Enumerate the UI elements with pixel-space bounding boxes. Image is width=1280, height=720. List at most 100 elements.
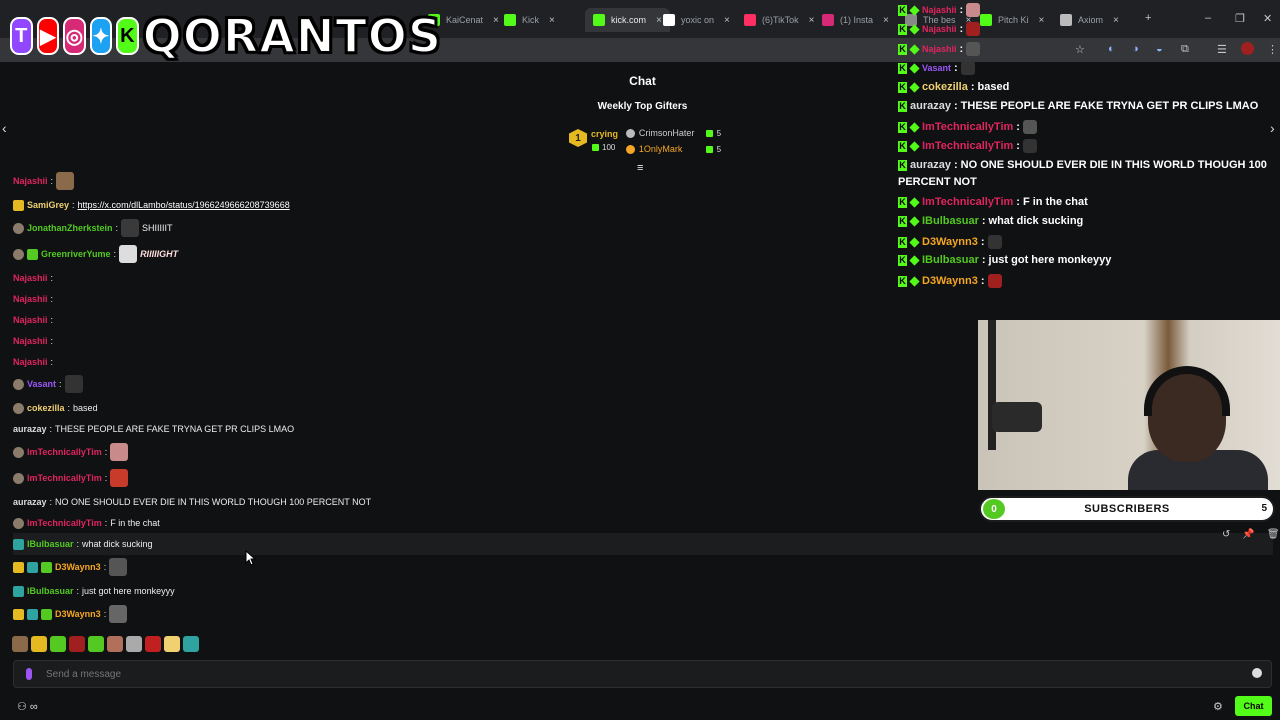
chat-message[interactable]: aurazay: NO ONE SHOULD EVER DIE IN THIS W… — [13, 491, 371, 513]
chat-message[interactable]: aurazay: THESE PEOPLE ARE FAKE TRYNA GET … — [13, 418, 294, 440]
reply-icon[interactable]: ↺ — [1222, 529, 1230, 540]
reading-list-icon[interactable]: ☰ — [1217, 43, 1227, 56]
recent-emote[interactable] — [126, 636, 142, 652]
mic-icon[interactable] — [26, 668, 32, 680]
browser-tab[interactable]: Kick × — [504, 8, 555, 32]
chat-username[interactable]: IBulbasuar — [27, 586, 74, 596]
browser-tab[interactable]: Axiom × — [1060, 8, 1119, 32]
chat-username[interactable]: ImTechnicallyTim — [27, 473, 102, 483]
extension-icon[interactable]: ◐ — [1108, 43, 1115, 55]
chat-message[interactable]: JonathanZherkstein: SHIIIIIT — [13, 217, 173, 239]
chat-username[interactable]: ImTechnicallyTim — [27, 447, 102, 457]
separator: : — [970, 81, 975, 93]
send-chat-button[interactable]: Chat — [1235, 696, 1272, 716]
chevron-left-icon[interactable]: ‹ — [2, 120, 7, 136]
minimize-button[interactable]: – — [1205, 12, 1211, 24]
recent-emote[interactable] — [12, 636, 28, 652]
chat-message[interactable]: ImTechnicallyTim: F in the chat — [13, 512, 160, 534]
recent-emote[interactable] — [145, 636, 161, 652]
recent-emote[interactable] — [50, 636, 66, 652]
emoji-icon[interactable] — [1252, 668, 1262, 678]
chat-message[interactable]: Vasant: — [13, 373, 83, 395]
chat-username[interactable]: ImTechnicallyTim — [27, 518, 102, 528]
tab-close-icon[interactable]: × — [656, 15, 662, 26]
chat-message[interactable]: Najashii: — [13, 170, 75, 192]
pin-icon[interactable]: 📌 — [1242, 529, 1254, 540]
browser-tab[interactable]: yoxic on × — [663, 8, 730, 32]
chat-username[interactable]: D3Waynn3 — [55, 609, 101, 619]
message-link[interactable]: https://x.com/dlLambo/status/19662496662… — [78, 200, 290, 210]
chat-info-icons[interactable]: ⚇ ∞ — [17, 700, 38, 713]
chat-message-input[interactable] — [46, 668, 1196, 680]
emote-image — [960, 61, 975, 75]
chat-username[interactable]: Najashii — [13, 315, 48, 325]
top-gifter-name[interactable]: crying — [591, 129, 618, 139]
chat-message[interactable]: Najashii: — [13, 267, 53, 289]
gifter-avatar — [626, 128, 635, 138]
browser-tab[interactable]: (1) Insta × — [822, 8, 889, 32]
delete-icon[interactable]: 🗑 — [1267, 529, 1280, 540]
browser-tab[interactable]: Pitch Ki × — [980, 8, 1044, 32]
chat-message[interactable]: SamiGrey: https://x.com/dlLambo/status/19… — [13, 194, 290, 216]
extensions-puzzle-icon[interactable]: ⧉ — [1181, 43, 1189, 56]
chat-username[interactable]: D3Waynn3 — [55, 562, 101, 572]
settings-gear-icon[interactable]: ⚙ — [1213, 700, 1223, 713]
profile-avatar[interactable] — [1241, 42, 1254, 55]
chat-message[interactable]: Najashii: — [13, 330, 53, 352]
browser-tab[interactable]: (6)TikTok × — [744, 8, 815, 32]
chat-username[interactable]: cokezilla — [27, 403, 65, 413]
chat-username[interactable]: Vasant — [27, 379, 56, 389]
recent-emote[interactable] — [31, 636, 47, 652]
chat-username[interactable]: GreenriverYume — [41, 249, 111, 259]
browser-menu-icon[interactable]: ⋮ — [1267, 43, 1278, 56]
recent-emote[interactable] — [183, 636, 199, 652]
tab-close-icon[interactable]: × — [493, 15, 499, 26]
chat-username[interactable]: Najashii — [13, 273, 48, 283]
chat-username[interactable]: Najashii — [13, 294, 48, 304]
chat-message[interactable]: Najashii: — [13, 309, 53, 331]
new-tab-button[interactable]: + — [1145, 12, 1151, 24]
gifter-row[interactable]: 1OnlyMark 5 — [626, 141, 721, 157]
emote-image — [64, 375, 83, 393]
chat-username[interactable]: Najashii — [13, 336, 48, 346]
chevron-right-icon[interactable]: › — [1270, 120, 1275, 136]
chat-username[interactable]: aurazay — [13, 424, 47, 434]
recent-emote[interactable] — [69, 636, 85, 652]
chat-message[interactable]: ImTechnicallyTim: — [13, 467, 129, 489]
tab-close-icon[interactable]: × — [883, 15, 889, 26]
tab-close-icon[interactable]: × — [1039, 15, 1045, 26]
chat-message[interactable]: IBulbasuar: just got here monkeyyy — [13, 580, 175, 602]
chat-message[interactable]: cokezilla: based — [13, 397, 98, 419]
chat-username[interactable]: IBulbasuar — [27, 539, 74, 549]
collapse-pinned-icon[interactable]: ≡ — [637, 162, 643, 174]
overlay-message-text: based — [977, 81, 1010, 93]
chat-message[interactable]: Najashii: — [13, 288, 53, 310]
recent-emote[interactable] — [164, 636, 180, 652]
user-badge-icon — [13, 517, 24, 529]
gifter-row[interactable]: CrimsonHater 5 — [626, 125, 721, 141]
chat-username[interactable]: Najashii — [13, 357, 48, 367]
chat-username[interactable]: aurazay — [13, 497, 47, 507]
chat-username[interactable]: SamiGrey — [27, 200, 69, 210]
browser-tab[interactable]: kick.com × — [585, 8, 670, 32]
chat-username[interactable]: JonathanZherkstein — [27, 223, 113, 233]
bookmark-star-icon[interactable]: ☆ — [1075, 43, 1085, 56]
chat-message[interactable]: ImTechnicallyTim: — [13, 441, 129, 463]
recent-emote[interactable] — [88, 636, 104, 652]
chat-message[interactable]: IBulbasuar: what dick sucking — [13, 533, 1273, 555]
restore-button[interactable]: ❐ — [1235, 12, 1245, 25]
chat-message[interactable]: D3Waynn3: — [13, 603, 128, 625]
sub-badge-icon — [909, 62, 920, 74]
close-window-button[interactable]: ✕ — [1263, 12, 1272, 25]
tab-close-icon[interactable]: × — [809, 15, 815, 26]
recent-emote[interactable] — [107, 636, 123, 652]
chat-username[interactable]: Najashii — [13, 176, 48, 186]
extension-icon[interactable]: ◑ — [1132, 43, 1139, 55]
chat-message[interactable]: GreenriverYume: RIIIIIGHT — [13, 243, 178, 265]
extension-icon[interactable]: ◒ — [1156, 43, 1163, 55]
tab-close-icon[interactable]: × — [1113, 15, 1119, 26]
tab-close-icon[interactable]: × — [549, 15, 555, 26]
chat-message[interactable]: Najashii: — [13, 351, 53, 373]
tab-close-icon[interactable]: × — [724, 15, 730, 26]
chat-message[interactable]: D3Waynn3: — [13, 556, 128, 578]
